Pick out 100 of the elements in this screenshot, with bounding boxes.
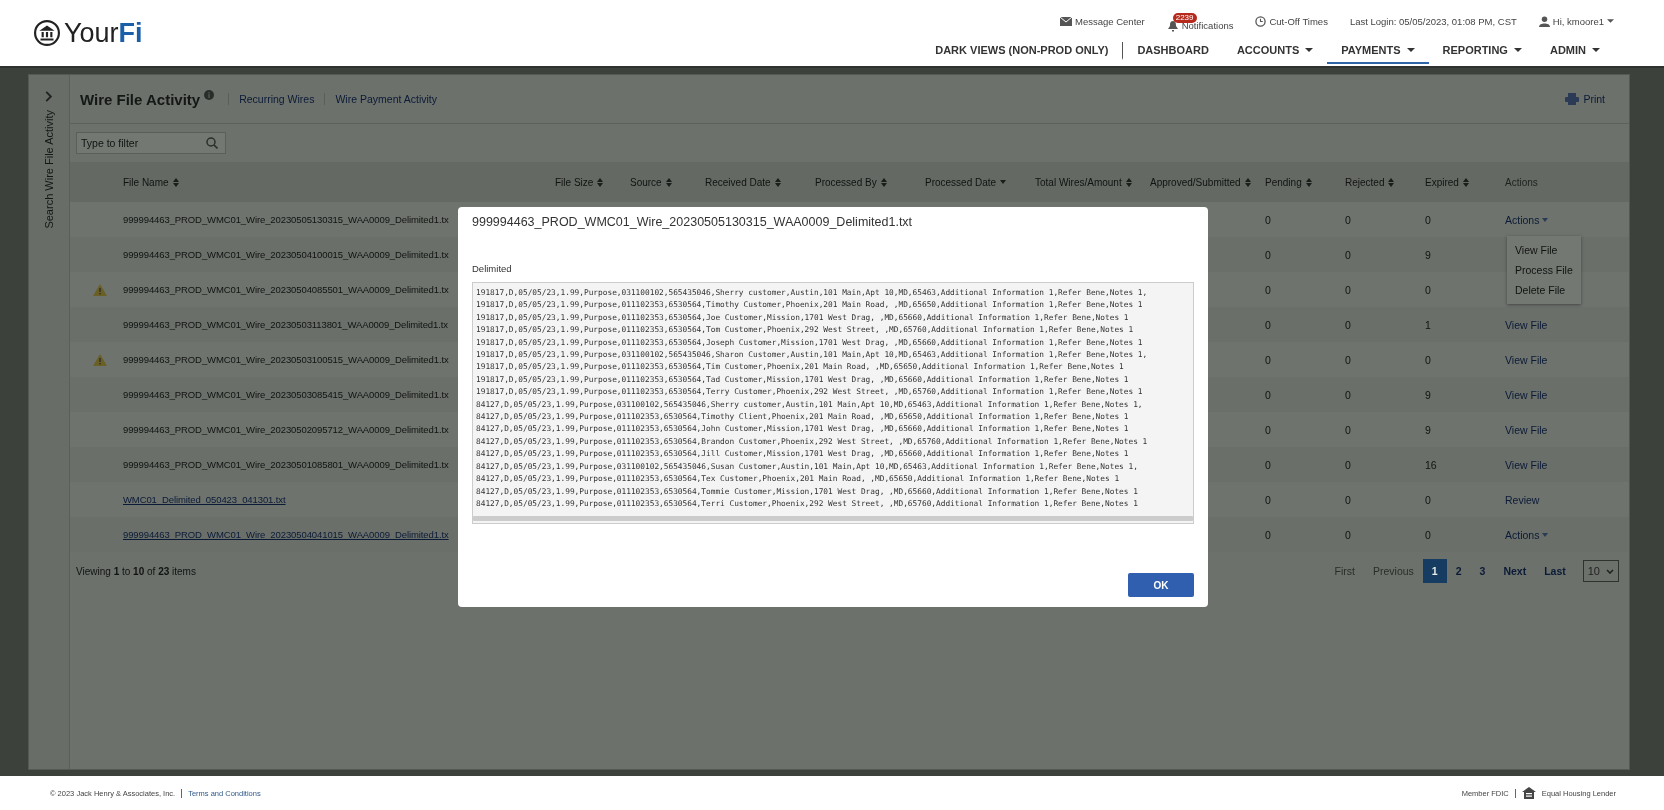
rejected-cell: 0	[1345, 353, 1351, 366]
sort-icon	[665, 177, 672, 187]
actions-dropdown[interactable]: Actions	[1505, 528, 1549, 541]
expired-cell: 0	[1425, 213, 1431, 226]
rejected-cell: 0	[1345, 458, 1351, 471]
page-title: Wire File Activity	[80, 90, 201, 108]
logo-text[interactable]: YourFi	[64, 17, 143, 49]
last-login-text: Last Login: 05/05/2023, 01:08 PM, CST	[1349, 15, 1517, 27]
page-tab-link[interactable]: Recurring Wires	[228, 93, 325, 105]
search-icon	[206, 137, 218, 149]
caret-icon	[1305, 47, 1314, 52]
expired-cell: 1	[1425, 318, 1431, 331]
column-header[interactable]: Received Date	[705, 176, 781, 188]
sort-icon	[1244, 177, 1251, 187]
row-action-link[interactable]: View File	[1505, 353, 1548, 366]
info-icon	[204, 90, 215, 100]
filter-field[interactable]: Type to filter	[76, 132, 226, 154]
column-header[interactable]: Source	[630, 176, 672, 188]
ok-button[interactable]: OK	[1128, 573, 1194, 597]
pending-cell: 0	[1265, 283, 1271, 296]
rejected-cell: 0	[1345, 213, 1351, 226]
pagination-button[interactable]: 2	[1446, 559, 1471, 583]
nav-menu-item[interactable]: DARK VIEWS (NON-PROD ONLY)	[921, 41, 1124, 60]
row-action-link[interactable]: View File	[1505, 458, 1548, 471]
column-header[interactable]: Processed Date	[925, 176, 1007, 188]
column-header[interactable]: Approved/Submitted	[1150, 176, 1251, 188]
column-header[interactable]: Rejected	[1345, 176, 1395, 188]
expired-cell: 0	[1425, 493, 1431, 506]
pagination-button[interactable]: 3	[1470, 559, 1495, 583]
file-name-cell: 999994463_PROD_WMC01_Wire_20230505130315_WAA0009_Delimited1.tx	[123, 214, 449, 225]
sort-icon	[1388, 177, 1395, 187]
expired-cell: 0	[1425, 283, 1431, 296]
column-header[interactable]: Expired	[1425, 176, 1469, 188]
nav-menu-item[interactable]: ADMIN	[1535, 41, 1614, 64]
nav-menu-item[interactable]: REPORTING	[1428, 41, 1536, 64]
utility-link[interactable]: 2239 Notifications	[1166, 10, 1234, 32]
nav-menu-item[interactable]: PAYMENTS	[1327, 41, 1429, 64]
utility-link[interactable]: Hi, kmoore1	[1538, 15, 1614, 27]
pending-cell: 0	[1265, 388, 1271, 401]
pending-cell: 0	[1265, 493, 1271, 506]
utility-link[interactable]: Message Center	[1060, 15, 1145, 27]
nav-menu-item[interactable]: ACCOUNTS	[1222, 41, 1328, 64]
caret-icon	[1607, 19, 1614, 23]
file-name-cell: 999994463_PROD_WMC01_Wire_20230503085415_WAA0009_Delimited1.tx	[123, 389, 449, 400]
column-header[interactable]: Total Wires/Amount	[1035, 176, 1132, 188]
row-action-link[interactable]: View File	[1505, 423, 1548, 436]
column-header[interactable]: Actions	[1505, 176, 1538, 188]
sort-descending-icon	[1000, 180, 1007, 184]
menu-item[interactable]: View File	[1507, 239, 1581, 260]
horizontal-scrollbar[interactable]	[472, 516, 1194, 522]
row-action-link[interactable]: View File	[1505, 388, 1548, 401]
column-header[interactable]: File Size	[555, 176, 604, 188]
page-tab-link[interactable]: Wire Payment Activity	[324, 93, 447, 105]
bank-logo-icon	[34, 20, 60, 46]
search-sidebar[interactable]: Search Wire File Activity	[29, 75, 70, 769]
caret-icon	[1513, 47, 1522, 52]
file-name-cell: 999994463_PROD_WMC01_Wire_20230503100515_WAA0009_Delimited1.tx	[123, 354, 449, 365]
row-action-link[interactable]: Review	[1505, 493, 1540, 506]
caret-icon	[1592, 47, 1600, 52]
items-summary: Viewing 1 to 10 of 23 items	[76, 565, 196, 577]
pending-cell: 0	[1265, 318, 1271, 331]
column-header[interactable]: Processed By	[815, 176, 887, 188]
sort-icon	[1462, 177, 1469, 187]
utility-link[interactable]: Cut-Off Times	[1255, 15, 1328, 27]
column-header[interactable]: Pending	[1265, 176, 1312, 188]
section-label: Delimited	[472, 263, 513, 274]
page-size-select[interactable]: 10	[1582, 560, 1619, 582]
pagination-button[interactable]: Next	[1494, 559, 1536, 583]
nav-menu-item[interactable]: DASHBOARD	[1123, 41, 1223, 64]
sort-icon	[1125, 177, 1132, 187]
pending-cell: 0	[1265, 213, 1271, 226]
caret-icon	[1542, 532, 1549, 537]
sort-icon	[597, 177, 604, 187]
house-icon	[1521, 787, 1536, 799]
column-header[interactable]: File Name	[123, 176, 179, 188]
pending-cell: 0	[1265, 353, 1271, 366]
rejected-cell: 0	[1345, 493, 1351, 506]
envelope-icon	[1060, 16, 1072, 26]
user-icon	[1538, 15, 1550, 27]
rejected-cell: 0	[1345, 423, 1351, 436]
expired-cell: 16	[1425, 458, 1437, 471]
sort-icon	[172, 177, 179, 187]
rejected-cell: 0	[1345, 388, 1351, 401]
printer-icon	[1565, 93, 1580, 105]
menu-item[interactable]: Process File	[1507, 259, 1581, 280]
row-action-link[interactable]: View File	[1505, 318, 1548, 331]
expired-cell: 9	[1425, 248, 1431, 261]
expired-cell: 9	[1425, 423, 1431, 436]
print-button[interactable]: Print	[1565, 93, 1605, 105]
file-name-cell: 999994463_PROD_WMC01_Wire_20230504100015_WAA0009_Delimited1.tx	[123, 249, 449, 260]
caret-icon	[1406, 47, 1415, 52]
file-name-link[interactable]: 999994463_PROD_WMC01_Wire_20230504041015_WAA0009_Delimited1.tx	[123, 529, 449, 540]
chevron-down-icon	[1606, 568, 1614, 574]
menu-item[interactable]: Delete File	[1507, 279, 1581, 300]
pagination-button[interactable]: Last	[1535, 559, 1575, 583]
file-name-link[interactable]: WMC01_Delimited_050423_041301.txt	[123, 494, 286, 505]
expired-cell: 0	[1425, 528, 1431, 541]
pagination-button[interactable]: 1	[1422, 559, 1447, 583]
expired-cell: 9	[1425, 388, 1431, 401]
actions-dropdown[interactable]: Actions	[1505, 213, 1549, 226]
